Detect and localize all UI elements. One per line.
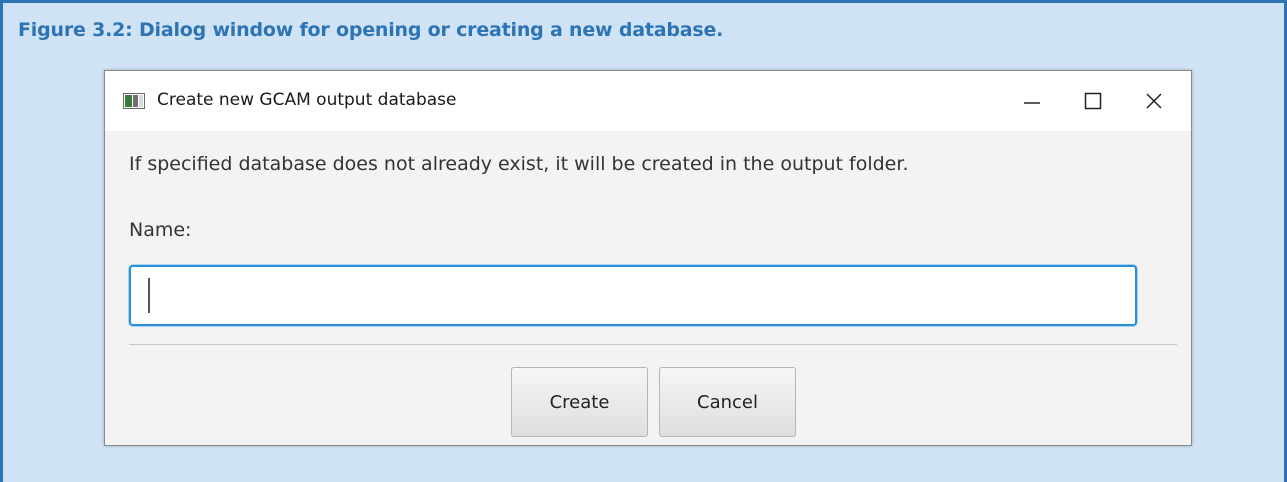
info-text: If specified database does not already e… <box>129 153 909 175</box>
app-window-icon <box>123 93 145 109</box>
figure-box: Figure 3.2: Dialog window for opening or… <box>0 0 1287 482</box>
close-icon <box>1146 93 1162 109</box>
name-label: Name: <box>129 219 192 241</box>
close-button[interactable] <box>1131 81 1177 121</box>
maximize-icon <box>1084 92 1102 110</box>
dialog-titlebar[interactable]: Create new GCAM output database <box>105 71 1191 131</box>
name-input[interactable] <box>129 265 1137 326</box>
minimize-button[interactable] <box>1009 81 1055 121</box>
create-button[interactable]: Create <box>511 367 648 437</box>
create-database-dialog: Create new GCAM output database If speci… <box>104 70 1192 446</box>
cancel-button[interactable]: Cancel <box>659 367 796 437</box>
minimize-icon <box>1024 102 1040 104</box>
dialog-title: Create new GCAM output database <box>157 90 457 110</box>
maximize-button[interactable] <box>1070 81 1116 121</box>
separator <box>129 344 1177 345</box>
text-caret <box>148 278 150 313</box>
figure-caption: Figure 3.2: Dialog window for opening or… <box>18 19 724 41</box>
